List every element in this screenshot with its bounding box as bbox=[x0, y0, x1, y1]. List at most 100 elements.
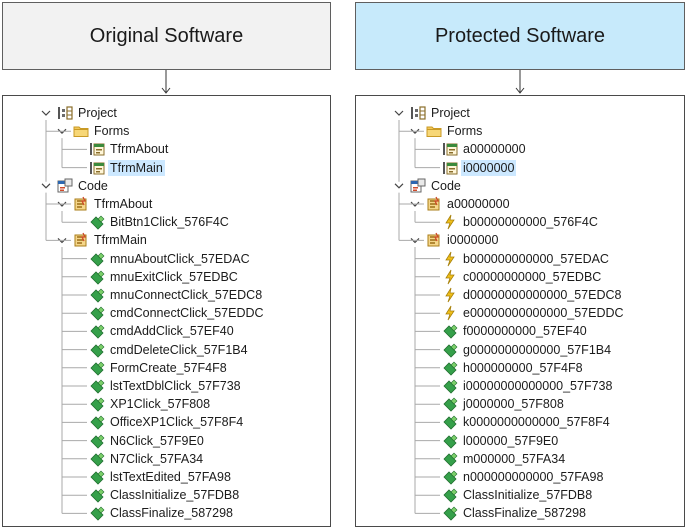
tree-item-label: i00000000000000_57F738 bbox=[463, 379, 613, 393]
method-icon bbox=[89, 487, 105, 503]
tree-item[interactable]: ClassInitialize_57FDB8 bbox=[89, 486, 241, 504]
tree-item[interactable]: i00000000000000_57F738 bbox=[442, 377, 614, 395]
tree-item[interactable]: k0000000000000_57F8F4 bbox=[442, 413, 612, 431]
tree-item-label: mnuAboutClick_57EDAC bbox=[110, 251, 250, 266]
tree-item-label: N7Click_57FA34 bbox=[110, 451, 204, 466]
method-icon bbox=[89, 433, 105, 449]
method-icon bbox=[442, 342, 458, 358]
tree-item[interactable]: N7Click_57FA34 bbox=[89, 450, 205, 468]
method-icon bbox=[89, 396, 105, 412]
tree-item-label: ClassFinalize_587298 bbox=[110, 506, 233, 521]
chevron-down-icon[interactable] bbox=[394, 183, 404, 189]
chevron-down-icon[interactable] bbox=[394, 110, 404, 116]
project-icon bbox=[410, 105, 426, 121]
tree-item-label: TfrmAbout bbox=[110, 142, 169, 157]
method-icon bbox=[442, 505, 458, 521]
tree-item[interactable]: cmdConnectClick_57EDDC bbox=[89, 304, 266, 322]
tree-item[interactable]: h000000000_57F4F8 bbox=[442, 359, 585, 377]
chevron-down-icon[interactable] bbox=[41, 183, 51, 189]
tree-item-label: Forms bbox=[94, 124, 130, 139]
tree-item[interactable]: Forms bbox=[73, 122, 131, 140]
tree-item-label: k0000000000000_57F8F4 bbox=[463, 415, 610, 430]
tree-item[interactable]: l000000_57F9E0 bbox=[442, 432, 560, 450]
tree-item[interactable]: OfficeXP1Click_57F8F4 bbox=[89, 413, 245, 431]
folder-icon bbox=[73, 123, 89, 139]
tree-item[interactable]: m000000_57FA34 bbox=[442, 450, 567, 468]
tree-item-label: Code bbox=[78, 178, 108, 193]
tree-item[interactable]: lstTextDblClick_57F738 bbox=[89, 377, 243, 395]
tree-item-label: N6Click_57F9E0 bbox=[110, 433, 204, 448]
tree-item[interactable]: N6Click_57F9E0 bbox=[89, 432, 206, 450]
tree-item[interactable]: Project bbox=[57, 104, 119, 122]
tree-item[interactable]: cmdDeleteClick_57F1B4 bbox=[89, 341, 250, 359]
tree-item[interactable]: d00000000000000_57EDC8 bbox=[442, 286, 623, 304]
event-icon bbox=[442, 214, 458, 230]
tree-item[interactable]: cmdAddClick_57EF40 bbox=[89, 322, 236, 340]
method-icon bbox=[442, 396, 458, 412]
method-icon bbox=[89, 378, 105, 394]
tree-item[interactable]: f0000000000_57EF40 bbox=[442, 322, 589, 340]
tree-item-label: Project bbox=[78, 106, 117, 120]
tree-item[interactable]: g0000000000000_57F1B4 bbox=[442, 341, 613, 359]
original-tree-panel: Project Forms TfrmAbout TfrmMain Code TfrmAbo… bbox=[2, 95, 331, 527]
tree-item-label: m000000_57FA34 bbox=[463, 451, 566, 466]
method-icon bbox=[89, 269, 105, 285]
event-icon bbox=[442, 269, 458, 285]
tree-item[interactable]: XP1Click_57F808 bbox=[89, 395, 212, 413]
tree-item-label: n000000000000_57FA98 bbox=[463, 470, 604, 484]
tree-item[interactable]: mnuConnectClick_57EDC8 bbox=[89, 286, 264, 304]
tree-item[interactable]: TfrmAbout bbox=[89, 140, 170, 158]
tree-item[interactable]: n000000000000_57FA98 bbox=[442, 468, 605, 486]
tree-item-label: b00000000000_576F4C bbox=[463, 215, 598, 230]
tree-item[interactable]: mnuAboutClick_57EDAC bbox=[89, 250, 252, 268]
tree-item-label: f0000000000_57EF40 bbox=[463, 324, 587, 339]
tree-item-label: TfrmAbout bbox=[94, 197, 153, 211]
tree-item-label: mnuExitClick_57EDBC bbox=[110, 269, 238, 284]
tree-item[interactable]: a00000000 bbox=[442, 140, 528, 158]
form-icon bbox=[89, 141, 105, 157]
tree-item[interactable]: ClassFinalize_587298 bbox=[442, 504, 588, 522]
tree-item-label: Project bbox=[431, 106, 470, 120]
tree-item-label: ClassInitialize_57FDB8 bbox=[110, 488, 240, 503]
tree-item[interactable]: i0000000 bbox=[426, 231, 500, 249]
tree-item-label: i0000000 bbox=[461, 159, 517, 176]
tree-item-label: mnuConnectClick_57EDC8 bbox=[110, 288, 263, 302]
tree-item[interactable]: i0000000 bbox=[442, 159, 517, 177]
chevron-down-icon[interactable] bbox=[41, 110, 51, 116]
tree-item[interactable]: BitBtn1Click_576F4C bbox=[89, 213, 231, 231]
tree-item[interactable]: TfrmMain bbox=[73, 231, 149, 249]
tree-item[interactable]: ClassFinalize_587298 bbox=[89, 504, 235, 522]
tree-item[interactable]: TfrmAbout bbox=[73, 195, 154, 213]
tree-item-label: BitBtn1Click_576F4C bbox=[110, 215, 229, 230]
tree-item[interactable]: b000000000000_57EDAC bbox=[442, 250, 611, 268]
method-icon bbox=[89, 414, 105, 430]
tree-item[interactable]: mnuExitClick_57EDBC bbox=[89, 268, 240, 286]
tree-item-label: OfficeXP1Click_57F8F4 bbox=[110, 415, 244, 430]
down-arrow-left bbox=[161, 70, 171, 94]
tree-item[interactable]: lstTextEdited_57FA98 bbox=[89, 468, 233, 486]
class-icon bbox=[426, 232, 442, 248]
tree-item-label: cmdConnectClick_57EDDC bbox=[110, 306, 264, 321]
method-icon bbox=[442, 360, 458, 376]
tree-item[interactable]: Code bbox=[57, 177, 110, 195]
down-arrow-right bbox=[515, 70, 525, 94]
tree-item-label: lstTextEdited_57FA98 bbox=[110, 470, 231, 484]
tree-item[interactable]: e00000000000000_57EDDC bbox=[442, 304, 626, 322]
tree-item[interactable]: Project bbox=[410, 104, 472, 122]
tree-item[interactable]: j0000000_57F808 bbox=[442, 395, 566, 413]
tree-item-label: d00000000000000_57EDC8 bbox=[463, 288, 622, 302]
tree-item[interactable]: ClassInitialize_57FDB8 bbox=[442, 486, 594, 504]
tree-item[interactable]: b00000000000_576F4C bbox=[442, 213, 600, 231]
tree-item[interactable]: FormCreate_57F4F8 bbox=[89, 359, 229, 377]
tree-item[interactable]: a00000000 bbox=[426, 195, 512, 213]
tree-item[interactable]: c00000000000_57EDBC bbox=[442, 268, 603, 286]
method-icon bbox=[442, 469, 458, 485]
form-icon bbox=[442, 141, 458, 157]
method-icon bbox=[442, 323, 458, 339]
tree-item-label: a00000000 bbox=[447, 197, 510, 211]
tree-item[interactable]: TfrmMain bbox=[89, 159, 165, 177]
tree-item[interactable]: Forms bbox=[426, 122, 484, 140]
tree-item-label: XP1Click_57F808 bbox=[110, 397, 211, 412]
tree-item[interactable]: Code bbox=[410, 177, 463, 195]
method-icon bbox=[442, 433, 458, 449]
